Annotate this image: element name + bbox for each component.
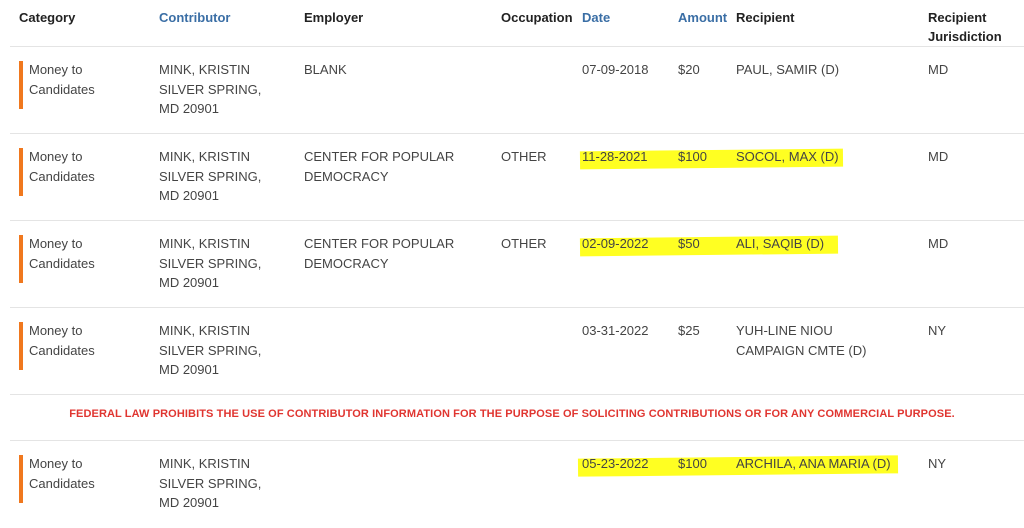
contributor-name: MINK, KRISTIN — [159, 149, 251, 164]
date-cell: 05-23-2022 — [582, 456, 649, 471]
recipient-line: ALI, SAQIB (D) — [736, 236, 825, 251]
category-line: Money to — [29, 323, 83, 338]
amount-cell: $20 — [678, 62, 700, 77]
employer-cell: CENTER FOR POPULAR DEMOCRACY — [304, 147, 454, 186]
employer-line: CENTER FOR POPULAR — [304, 236, 455, 251]
contributor-city: SILVER SPRING, — [159, 168, 262, 184]
recipient-cell: ARCHILA, ANA MARIA (D) — [736, 454, 891, 474]
category-line: Money to — [29, 149, 83, 164]
jurisdiction-cell: NY — [928, 456, 947, 471]
table-row: Money to Candidates MINK, KRISTIN SILVER… — [0, 47, 1024, 134]
contributor-zip: MD 20901 — [159, 275, 219, 290]
contributor-city: SILVER SPRING, — [159, 475, 262, 491]
occupation-cell: OTHER — [501, 149, 547, 164]
column-header-occupation: Occupation — [501, 10, 573, 25]
table-row: Money to Candidates MINK, KRISTIN SILVER… — [0, 308, 1024, 395]
category-bar — [19, 61, 23, 109]
contributor-name: MINK, KRISTIN — [159, 236, 251, 251]
column-header-employer: Employer — [304, 10, 364, 25]
occupation-cell: OTHER — [501, 236, 547, 251]
column-header-contributor[interactable]: Contributor — [159, 8, 230, 27]
contributor-city: SILVER SPRING, — [159, 255, 262, 271]
amount-cell: $100 — [678, 456, 707, 471]
recipient-cell: SOCOL, MAX (D) — [736, 147, 839, 167]
recipient-line: ARCHILA, ANA MARIA (D) — [736, 456, 891, 471]
recipient-cell: PAUL, SAMIR (D) — [736, 60, 839, 80]
contributor-cell: MINK, KRISTIN SILVER SPRING, MD 20901 — [159, 234, 261, 293]
date-cell: 07-09-2018 — [582, 62, 649, 77]
contributor-cell: MINK, KRISTIN SILVER SPRING, MD 20901 — [159, 147, 261, 206]
date-cell: 03-31-2022 — [582, 323, 649, 338]
category-line: Money to — [29, 236, 83, 251]
category-line: Candidates — [29, 168, 95, 184]
contributor-city: SILVER SPRING, — [159, 81, 262, 97]
category-bar — [19, 235, 23, 283]
category-cell: Money to Candidates — [29, 321, 95, 360]
contributor-cell: MINK, KRISTIN SILVER SPRING, MD 20901 — [159, 321, 261, 380]
contributor-zip: MD 20901 — [159, 362, 219, 377]
contributor-cell: MINK, KRISTIN SILVER SPRING, MD 20901 — [159, 60, 261, 119]
jurisdiction-cell: MD — [928, 149, 949, 164]
category-line: Money to — [29, 62, 83, 77]
column-header-jurisdiction: Recipient Jurisdiction — [928, 8, 1002, 46]
contributor-cell: MINK, KRISTIN SILVER SPRING, MD 20901 — [159, 454, 261, 513]
amount-cell: $100 — [678, 149, 707, 164]
employer-line: CENTER FOR POPULAR — [304, 149, 455, 164]
contributor-name: MINK, KRISTIN — [159, 456, 251, 471]
contributor-zip: MD 20901 — [159, 188, 219, 203]
jurisdiction-header-line: Recipient — [928, 10, 987, 25]
amount-cell: $25 — [678, 323, 700, 338]
column-header-amount[interactable]: Amount — [678, 8, 727, 27]
employer-cell: BLANK — [304, 60, 347, 80]
column-header-category: Category — [19, 10, 76, 25]
category-line: Candidates — [29, 342, 95, 358]
contributor-city: SILVER SPRING, — [159, 342, 262, 358]
employer-cell: CENTER FOR POPULAR DEMOCRACY — [304, 234, 454, 273]
category-cell: Money to Candidates — [29, 234, 95, 273]
column-header-recipient: Recipient — [736, 10, 795, 25]
table-row: Money to Candidates MINK, KRISTIN SILVER… — [0, 134, 1024, 221]
category-bar — [19, 148, 23, 196]
contributor-zip: MD 20901 — [159, 101, 219, 116]
recipient-cell: ALI, SAQIB (D) — [736, 234, 824, 254]
table-row: Money to Candidates MINK, KRISTIN SILVER… — [0, 221, 1024, 308]
amount-cell: $50 — [678, 236, 700, 251]
category-cell: Money to Candidates — [29, 147, 95, 186]
employer-line: BLANK — [304, 62, 347, 77]
row-divider — [10, 394, 1024, 395]
column-header-date[interactable]: Date — [582, 8, 610, 27]
category-line: Candidates — [29, 475, 95, 491]
jurisdiction-cell: MD — [928, 62, 949, 77]
date-cell: 11-28-2021 — [582, 149, 648, 164]
recipient-line: PAUL, SAMIR (D) — [736, 62, 840, 77]
contributor-name: MINK, KRISTIN — [159, 323, 251, 338]
recipient-cell: YUH-LINE NIOU CAMPAIGN CMTE (D) — [736, 321, 866, 360]
category-line: Candidates — [29, 255, 95, 271]
category-bar — [19, 322, 23, 370]
date-cell: 02-09-2022 — [582, 236, 649, 251]
category-bar — [19, 455, 23, 503]
legal-notice: FEDERAL LAW PROHIBITS THE USE OF CONTRIB… — [69, 408, 955, 420]
category-cell: Money to Candidates — [29, 454, 95, 493]
category-line: Candidates — [29, 81, 95, 97]
jurisdiction-cell: MD — [928, 236, 949, 251]
employer-line: DEMOCRACY — [304, 168, 389, 184]
jurisdiction-header-line: Jurisdiction — [928, 29, 1002, 44]
contributor-name: MINK, KRISTIN — [159, 62, 251, 77]
employer-line: DEMOCRACY — [304, 255, 389, 271]
jurisdiction-cell: NY — [928, 323, 947, 338]
table-row: Money to Candidates MINK, KRISTIN SILVER… — [0, 441, 1024, 528]
contributor-zip: MD 20901 — [159, 495, 219, 510]
recipient-line: SOCOL, MAX (D) — [736, 149, 839, 164]
recipient-line: CAMPAIGN CMTE (D) — [736, 342, 867, 358]
recipient-line: YUH-LINE NIOU — [736, 323, 833, 338]
category-line: Money to — [29, 456, 83, 471]
category-cell: Money to Candidates — [29, 60, 95, 99]
